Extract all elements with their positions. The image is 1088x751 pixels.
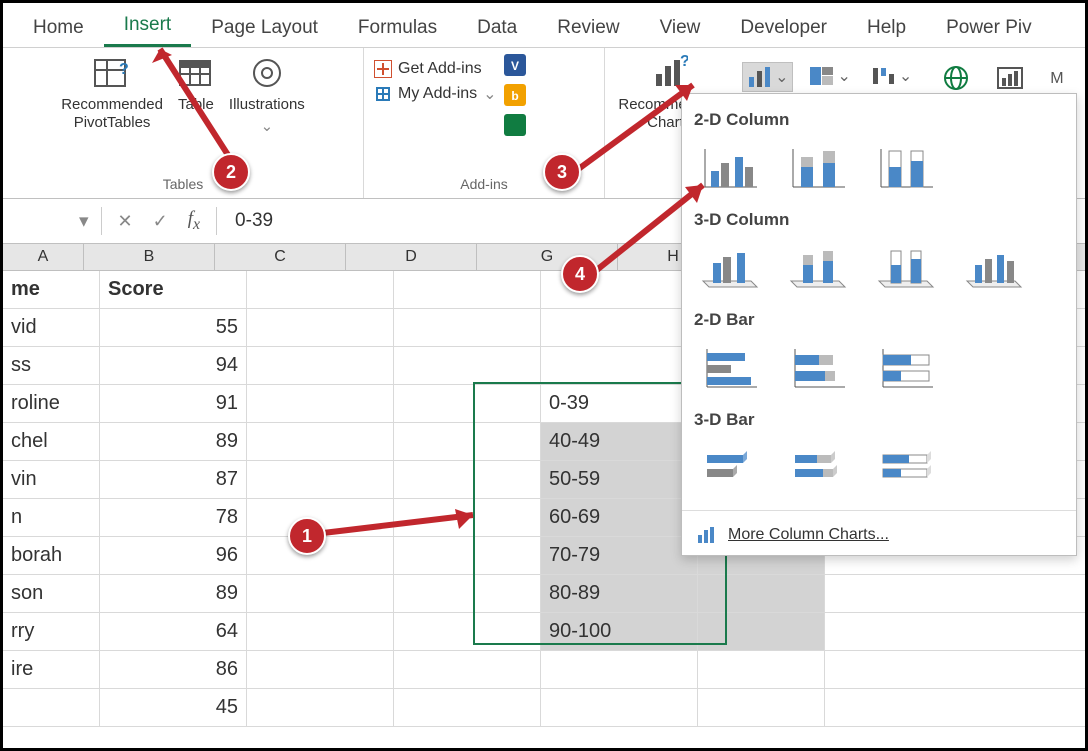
tab-developer[interactable]: Developer <box>720 11 847 47</box>
cell-score[interactable]: 96 <box>100 537 247 574</box>
section-2d-bar: 2-D Bar <box>694 310 1064 330</box>
tab-help[interactable]: Help <box>847 11 926 47</box>
globe-icon <box>942 64 970 92</box>
cell-name[interactable]: rry <box>3 613 100 650</box>
tab-home[interactable]: Home <box>13 11 104 47</box>
addins-group-label: Add-ins <box>460 176 507 194</box>
col-header-a[interactable]: A <box>3 244 84 270</box>
cell-name[interactable]: vin <box>3 461 100 498</box>
col-header-d[interactable]: D <box>346 244 477 270</box>
3d-stacked-column-option[interactable] <box>782 240 856 296</box>
3d-clustered-bar-option[interactable] <box>694 440 768 496</box>
cell-score[interactable]: 89 <box>100 575 247 612</box>
insert-maps-button[interactable] <box>938 62 974 94</box>
callout-badge-3: 3 <box>543 153 581 191</box>
callout-badge-2: 2 <box>212 153 250 191</box>
clustered-bar-option[interactable] <box>694 340 768 396</box>
section-2d-column: 2-D Column <box>694 110 1064 130</box>
chevron-down-icon: ⌄ <box>775 67 788 87</box>
insert-function-button[interactable]: fx <box>178 208 210 234</box>
cell-name[interactable]: borah <box>3 537 100 574</box>
header-score[interactable]: Score <box>100 271 247 308</box>
column-chart-icon <box>747 65 773 89</box>
tab-data[interactable]: Data <box>457 11 537 47</box>
waterfall-icon <box>871 64 897 88</box>
100-stacked-bar-option[interactable] <box>870 340 944 396</box>
chevron-down-icon: ⌄ <box>261 118 274 136</box>
enter-formula-button[interactable]: ✓ <box>143 211 178 232</box>
cell-name[interactable]: vid <box>3 309 100 346</box>
3d-100-stacked-column-option[interactable] <box>870 240 944 296</box>
3d-column-option[interactable] <box>958 240 1032 296</box>
chevron-down-icon: ⌄ <box>899 66 912 86</box>
tab-view[interactable]: View <box>640 11 721 47</box>
insert-pivotchart-button[interactable] <box>992 62 1030 94</box>
more-column-charts-button[interactable]: More Column Charts... <box>694 519 1064 549</box>
bing-addin-icon[interactable]: b <box>504 84 526 106</box>
cell-score[interactable]: 86 <box>100 651 247 688</box>
illustrations-icon <box>248 54 286 92</box>
pivotchart-icon <box>996 64 1026 92</box>
insert-waterfall-chart-button[interactable]: ⌄ <box>867 62 916 90</box>
svg-text:?: ? <box>119 61 129 78</box>
people-addin-icon[interactable] <box>504 114 526 136</box>
formula-bar-value[interactable]: 0-39 <box>223 210 273 232</box>
header-name[interactable]: me <box>3 271 100 308</box>
callout-arrow-1 <box>313 503 493 553</box>
name-box-dropdown-icon[interactable]: ▾ <box>73 210 95 233</box>
pivot-table-icon: ? <box>93 54 131 92</box>
treemap-icon <box>809 64 835 88</box>
tables-group-label: Tables <box>163 176 203 194</box>
callout-arrow-3 <box>563 73 713 183</box>
section-3d-column: 3-D Column <box>694 210 1064 230</box>
more-column-charts-label: More Column Charts... <box>728 526 889 544</box>
cell-score[interactable]: 89 <box>100 423 247 460</box>
ribbon-more-label: M <box>1042 62 1063 88</box>
cell-score[interactable]: 87 <box>100 461 247 498</box>
column-chart-dropdown: 2-D Column 3-D Column 2-D Bar 3-D Bar <box>681 93 1077 556</box>
cell-score[interactable]: 91 <box>100 385 247 422</box>
cancel-formula-button[interactable]: ✕ <box>108 211 143 232</box>
tab-review[interactable]: Review <box>537 11 639 47</box>
cell-name[interactable]: roline <box>3 385 100 422</box>
callout-badge-1: 1 <box>288 517 326 555</box>
stacked-column-option[interactable] <box>782 140 856 196</box>
100-stacked-column-option[interactable] <box>870 140 944 196</box>
cell-name[interactable]: n <box>3 499 100 536</box>
insert-hierarchy-chart-button[interactable]: ⌄ <box>805 62 854 90</box>
callout-arrow-4 <box>583 173 723 283</box>
svg-text:V: V <box>511 59 519 73</box>
cell-score[interactable]: 94 <box>100 347 247 384</box>
3d-100-stacked-bar-option[interactable] <box>870 440 944 496</box>
col-header-c[interactable]: C <box>215 244 346 270</box>
column-chart-icon <box>696 525 718 545</box>
chevron-down-icon: ⌄ <box>837 66 850 86</box>
cell-name[interactable]: ire <box>3 651 100 688</box>
cell-score[interactable]: 64 <box>100 613 247 650</box>
visio-addin-icon[interactable]: V <box>504 54 526 76</box>
cell-name[interactable]: son <box>3 575 100 612</box>
cell-name[interactable] <box>3 689 100 726</box>
cell-score[interactable]: 55 <box>100 309 247 346</box>
callout-badge-4: 4 <box>561 255 599 293</box>
section-3d-bar: 3-D Bar <box>694 410 1064 430</box>
cell-score[interactable]: 78 <box>100 499 247 536</box>
cell-score[interactable]: 45 <box>100 689 247 726</box>
insert-column-chart-button[interactable]: ⌄ <box>742 62 793 92</box>
3d-stacked-bar-option[interactable] <box>782 440 856 496</box>
callout-arrow-2 <box>148 35 248 165</box>
cell-name[interactable]: chel <box>3 423 100 460</box>
stacked-bar-option[interactable] <box>782 340 856 396</box>
cell-name[interactable]: ss <box>3 347 100 384</box>
svg-text:b: b <box>511 89 518 103</box>
tab-formulas[interactable]: Formulas <box>338 11 457 47</box>
tab-power-pivot[interactable]: Power Piv <box>926 11 1052 47</box>
svg-text:?: ? <box>680 54 688 70</box>
col-header-b[interactable]: B <box>84 244 215 270</box>
